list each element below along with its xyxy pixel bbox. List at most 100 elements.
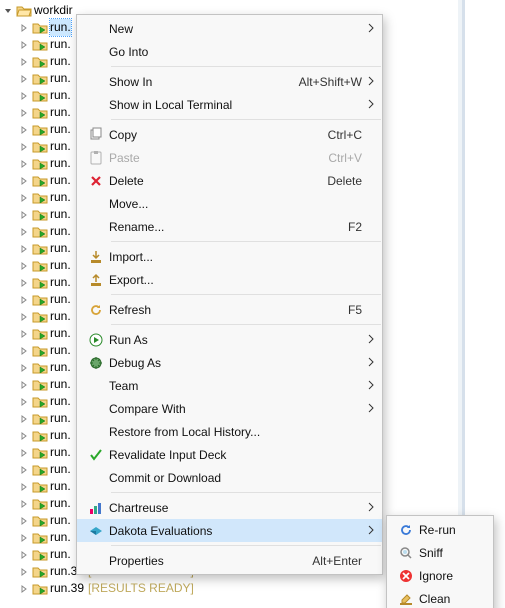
chart-icon xyxy=(83,500,109,516)
caret-right-icon xyxy=(18,328,30,340)
caret-right-icon xyxy=(18,277,30,289)
caret-right-icon xyxy=(18,226,30,238)
run-folder-icon xyxy=(32,446,48,460)
submenu-item-label: Ignore xyxy=(419,569,485,583)
run-folder-icon xyxy=(32,344,48,358)
ignore-icon xyxy=(393,568,419,584)
menu-item-revalidate[interactable]: Revalidate Input Deck xyxy=(77,443,382,466)
menu-item-move[interactable]: Move... xyxy=(77,192,382,215)
submenu-arrow-icon xyxy=(362,501,374,515)
caret-right-icon xyxy=(18,56,30,68)
export-icon xyxy=(83,272,109,288)
menu-item-label: Show in Local Terminal xyxy=(109,98,362,112)
menu-separator xyxy=(111,241,381,242)
submenu-item-clean[interactable]: Clean xyxy=(387,587,493,608)
run-folder-icon xyxy=(32,21,48,35)
run-folder-icon xyxy=(32,429,48,443)
submenu-arrow-icon xyxy=(362,22,374,36)
menu-item-team[interactable]: Team xyxy=(77,374,382,397)
tree-item-status: [RESULTS READY] xyxy=(88,580,194,597)
menu-item-new[interactable]: New xyxy=(77,17,382,40)
menu-item-import[interactable]: Import... xyxy=(77,245,382,268)
clean-icon xyxy=(393,591,419,607)
tree-item-label: run. xyxy=(50,121,71,138)
menu-item-label: Export... xyxy=(109,273,362,287)
tree-item-label: run. xyxy=(50,546,71,563)
run-folder-icon xyxy=(32,582,48,596)
tree-item-label: run. xyxy=(50,427,71,444)
context-menu[interactable]: NewGo Into Show InAlt+Shift+W Show in Loca… xyxy=(76,14,383,575)
caret-right-icon xyxy=(18,549,30,561)
menu-item-label: Debug As xyxy=(109,356,362,370)
caret-right-icon xyxy=(18,362,30,374)
menu-item-hotkey: Alt+Shift+W xyxy=(299,75,362,89)
menu-item-dakota[interactable]: Dakota Evaluations xyxy=(77,519,382,542)
run-folder-icon xyxy=(32,242,48,256)
open-folder-icon xyxy=(16,4,32,18)
caret-right-icon xyxy=(18,192,30,204)
menu-item-delete[interactable]: DeleteDelete xyxy=(77,169,382,192)
caret-right-icon xyxy=(18,124,30,136)
menu-item-label: Delete xyxy=(109,174,319,188)
dakota-icon xyxy=(83,523,109,539)
tree-item-label: run. xyxy=(50,410,71,427)
caret-right-icon xyxy=(18,481,30,493)
menu-item-runas[interactable]: Run As xyxy=(77,328,382,351)
run-folder-icon xyxy=(32,463,48,477)
tree-item-label: run. xyxy=(50,325,71,342)
run-folder-icon xyxy=(32,55,48,69)
run-folder-icon xyxy=(32,514,48,528)
run-folder-icon xyxy=(32,225,48,239)
run-folder-icon xyxy=(32,497,48,511)
caret-right-icon xyxy=(18,141,30,153)
menu-separator xyxy=(111,492,381,493)
tree-item-label: run. xyxy=(50,342,71,359)
tree-item-label: run. xyxy=(50,138,71,155)
menu-item-paste[interactable]: PasteCtrl+V xyxy=(77,146,382,169)
submenu-arrow-icon xyxy=(362,98,374,112)
menu-item-compare[interactable]: Compare With xyxy=(77,397,382,420)
tree-item-label: run. xyxy=(50,393,71,410)
menu-item-localterm[interactable]: Show in Local Terminal xyxy=(77,93,382,116)
menu-item-refresh[interactable]: RefreshF5 xyxy=(77,298,382,321)
tree-item-label: run. xyxy=(50,291,71,308)
menu-item-hotkey: Ctrl+C xyxy=(328,128,362,142)
caret-right-icon xyxy=(18,566,30,578)
caret-right-icon xyxy=(18,396,30,408)
tree-item-label: run. xyxy=(50,478,71,495)
menu-item-export[interactable]: Export... xyxy=(77,268,382,291)
dakota-submenu[interactable]: Re-runSniff Ignore Clean xyxy=(386,515,494,608)
tree-item-label: run. xyxy=(50,257,71,274)
run-folder-icon xyxy=(32,548,48,562)
run-folder-icon xyxy=(32,72,48,86)
submenu-item-rerun[interactable]: Re-run xyxy=(387,518,493,541)
menu-item-showin[interactable]: Show InAlt+Shift+W xyxy=(77,70,382,93)
tree-item-label: run. xyxy=(50,376,71,393)
run-folder-icon xyxy=(32,480,48,494)
menu-item-props[interactable]: PropertiesAlt+Enter xyxy=(77,549,382,572)
run-folder-icon xyxy=(32,293,48,307)
menu-item-label: Commit or Download xyxy=(109,471,362,485)
tree-item-label: run. xyxy=(50,53,71,70)
submenu-item-ignore[interactable]: Ignore xyxy=(387,564,493,587)
tree-item-label: run. xyxy=(50,529,71,546)
tree-item-label: run. xyxy=(50,36,71,53)
menu-item-label: Copy xyxy=(109,128,320,142)
tree-item-label: run. xyxy=(50,19,71,36)
menu-item-commit[interactable]: Commit or Download xyxy=(77,466,382,489)
menu-item-hotkey: Ctrl+V xyxy=(328,151,362,165)
tree-item-label: run. xyxy=(50,461,71,478)
run-folder-icon xyxy=(32,208,48,222)
menu-item-label: Team xyxy=(109,379,362,393)
menu-item-rename[interactable]: Rename...F2 xyxy=(77,215,382,238)
menu-item-copy[interactable]: Copy Ctrl+C xyxy=(77,123,382,146)
menu-item-label: Restore from Local History... xyxy=(109,425,362,439)
submenu-item-sniff[interactable]: Sniff xyxy=(387,541,493,564)
menu-item-gointo[interactable]: Go Into xyxy=(77,40,382,63)
menu-item-label: Run As xyxy=(109,333,362,347)
menu-item-debugas[interactable]: Debug As xyxy=(77,351,382,374)
menu-item-chartreuse[interactable]: Chartreuse xyxy=(77,496,382,519)
menu-item-restore[interactable]: Restore from Local History... xyxy=(77,420,382,443)
caret-right-icon xyxy=(18,22,30,34)
caret-right-icon xyxy=(18,294,30,306)
